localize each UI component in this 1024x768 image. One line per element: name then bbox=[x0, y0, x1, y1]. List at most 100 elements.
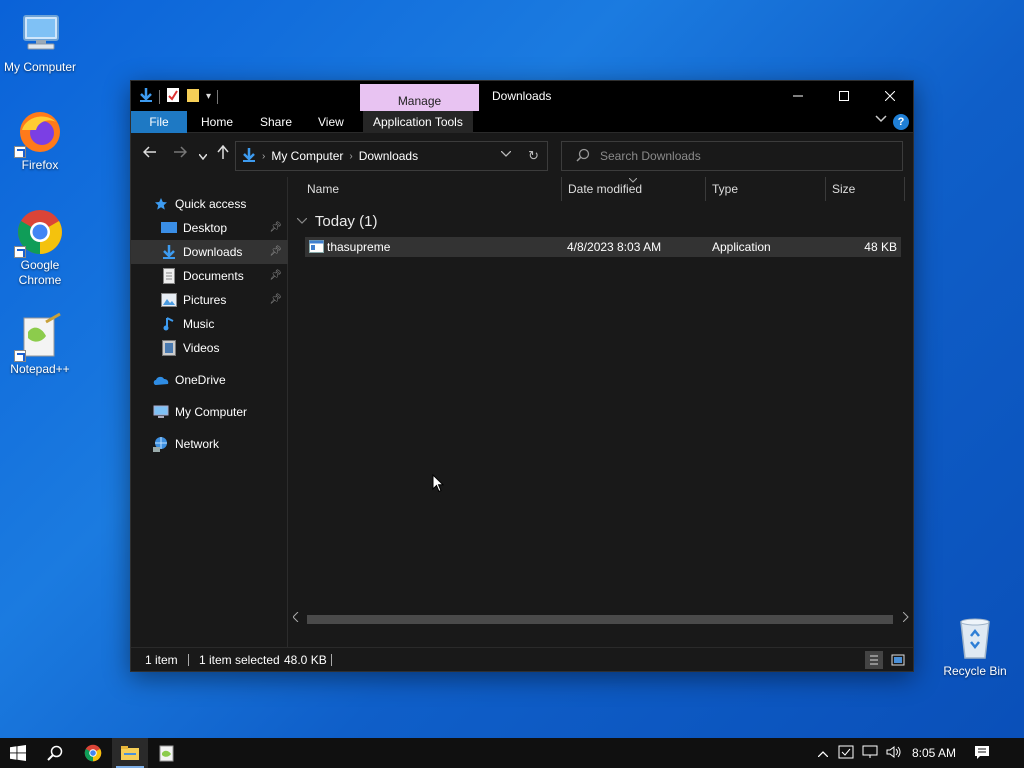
nav-label: Quick access bbox=[175, 197, 247, 211]
file-size: 48 KB bbox=[864, 240, 897, 254]
desktop-icon-label: Firefox bbox=[21, 158, 59, 172]
new-folder-icon[interactable] bbox=[186, 87, 200, 106]
search-input[interactable] bbox=[600, 149, 880, 163]
desktop-icon-notepadpp[interactable]: Notepad++ bbox=[0, 312, 80, 377]
nav-quick-access[interactable]: Quick access bbox=[153, 192, 283, 216]
nav-onedrive[interactable]: OneDrive bbox=[153, 368, 283, 392]
nav-desktop[interactable]: Desktop 📌︎ bbox=[131, 216, 288, 240]
taskbar-chrome[interactable] bbox=[75, 738, 111, 768]
window-controls bbox=[775, 81, 913, 111]
properties-icon[interactable] bbox=[166, 87, 180, 106]
search-taskbar-button[interactable] bbox=[37, 738, 73, 768]
show-hidden-icons-icon[interactable] bbox=[817, 746, 829, 760]
breadcrumb-downloads[interactable]: Downloads bbox=[359, 149, 418, 163]
column-header-size[interactable]: Size bbox=[832, 177, 855, 201]
refresh-icon[interactable]: ↻ bbox=[528, 148, 539, 164]
customize-toolbar-icon[interactable]: ▾ bbox=[206, 91, 211, 102]
column-divider[interactable] bbox=[561, 177, 562, 201]
pin-icon[interactable]: 📌︎ bbox=[269, 222, 282, 233]
pin-icon[interactable]: 📌︎ bbox=[269, 294, 282, 305]
address-dropdown-icon[interactable] bbox=[500, 149, 512, 160]
action-center-icon[interactable] bbox=[974, 744, 990, 763]
nav-label: Pictures bbox=[183, 293, 227, 307]
desktop-icon-label: Notepad++ bbox=[10, 362, 70, 376]
notepadpp-icon bbox=[159, 745, 174, 762]
desktop-icon-label: Google Chrome bbox=[18, 258, 62, 287]
search-box[interactable] bbox=[561, 141, 903, 171]
column-divider[interactable] bbox=[705, 177, 706, 201]
maximize-button[interactable] bbox=[821, 81, 867, 111]
volume-icon[interactable] bbox=[886, 745, 902, 762]
tab-application-tools[interactable]: Application Tools bbox=[363, 111, 473, 133]
title-bar[interactable]: ▾ Manage Downloads bbox=[131, 81, 913, 111]
tab-home[interactable]: Home bbox=[201, 111, 233, 133]
notepadpp-icon bbox=[14, 312, 64, 362]
minimize-button[interactable] bbox=[775, 81, 821, 111]
nav-label: Documents bbox=[183, 269, 244, 283]
tab-share[interactable]: Share bbox=[260, 111, 292, 133]
pin-icon[interactable]: 📌︎ bbox=[269, 270, 282, 281]
forward-button[interactable] bbox=[173, 145, 188, 161]
desktop-icon-firefox[interactable]: Firefox bbox=[0, 108, 80, 173]
download-arrow-icon bbox=[242, 147, 256, 166]
scrollbar-thumb[interactable] bbox=[307, 615, 893, 624]
scroll-left-icon[interactable] bbox=[292, 611, 299, 625]
up-button[interactable] bbox=[217, 144, 229, 162]
download-arrow-icon[interactable] bbox=[139, 87, 153, 106]
star-icon bbox=[153, 196, 169, 212]
expand-ribbon-icon[interactable] bbox=[875, 114, 887, 126]
large-icons-view-button[interactable] bbox=[889, 651, 907, 669]
nav-label: Desktop bbox=[183, 221, 228, 235]
nav-documents[interactable]: Documents 📌︎ bbox=[131, 264, 288, 288]
tab-file[interactable]: File bbox=[131, 111, 187, 133]
clock[interactable]: 8:05 AM bbox=[912, 746, 956, 760]
file-row[interactable]: thasupreme 4/8/2023 8:03 AM Application … bbox=[305, 237, 901, 257]
desktop-icon-my-computer[interactable]: My Computer bbox=[0, 10, 80, 75]
status-divider bbox=[331, 654, 332, 666]
toolbar-separator bbox=[159, 89, 160, 104]
nav-network[interactable]: Network bbox=[153, 432, 283, 456]
taskbar-notepadpp[interactable] bbox=[149, 738, 185, 768]
computer-icon bbox=[16, 10, 64, 58]
status-selected: 1 item selected bbox=[199, 653, 280, 667]
nav-pictures[interactable]: Pictures 📌︎ bbox=[131, 288, 288, 312]
column-header-name[interactable]: Name bbox=[307, 177, 339, 201]
group-header-today[interactable]: Today (1) bbox=[296, 211, 378, 230]
pin-icon[interactable]: 📌︎ bbox=[269, 246, 282, 257]
back-button[interactable] bbox=[142, 145, 157, 161]
horizontal-scrollbar[interactable] bbox=[289, 611, 913, 627]
desktop-icon-chrome[interactable]: Google Chrome bbox=[0, 208, 80, 288]
column-divider[interactable] bbox=[904, 177, 905, 201]
quick-access-toolbar: ▾ bbox=[139, 87, 219, 106]
nav-my-computer[interactable]: My Computer bbox=[153, 400, 283, 424]
address-bar[interactable]: › My Computer › Downloads ↻ bbox=[235, 141, 548, 171]
tab-view[interactable]: View bbox=[318, 111, 344, 133]
chrome-icon bbox=[14, 208, 64, 258]
file-explorer-window: ▾ Manage Downloads File Home Share View … bbox=[130, 80, 914, 672]
close-button[interactable] bbox=[867, 81, 913, 111]
breadcrumb-chevron-icon: › bbox=[349, 150, 353, 162]
network-status-icon[interactable] bbox=[862, 745, 878, 762]
file-type: Application bbox=[712, 240, 771, 254]
details-view-button[interactable] bbox=[865, 651, 883, 669]
file-list: Name Date modified Type Size Today (1) t… bbox=[289, 177, 913, 649]
taskbar-file-explorer[interactable] bbox=[112, 738, 148, 768]
recent-locations-icon[interactable] bbox=[198, 147, 208, 163]
security-icon[interactable] bbox=[838, 744, 854, 763]
column-header-type[interactable]: Type bbox=[712, 177, 738, 201]
nav-downloads[interactable]: Downloads 📌︎ bbox=[131, 240, 288, 264]
scroll-right-icon[interactable] bbox=[902, 611, 909, 625]
computer-icon bbox=[153, 404, 169, 420]
file-name: thasupreme bbox=[327, 240, 391, 254]
nav-videos[interactable]: Videos bbox=[131, 336, 288, 360]
nav-label: My Computer bbox=[175, 405, 248, 419]
help-icon[interactable]: ? bbox=[893, 114, 909, 130]
collapse-chevron-icon[interactable] bbox=[296, 211, 308, 228]
group-label: Today (1) bbox=[314, 213, 378, 230]
manage-contextual-tab[interactable]: Manage bbox=[360, 84, 479, 111]
nav-music[interactable]: Music bbox=[131, 312, 288, 336]
start-button[interactable] bbox=[0, 738, 36, 768]
breadcrumb-my-computer[interactable]: My Computer bbox=[271, 149, 343, 163]
desktop-icon-recycle-bin[interactable]: Recycle Bin bbox=[935, 614, 1015, 679]
column-divider[interactable] bbox=[825, 177, 826, 201]
